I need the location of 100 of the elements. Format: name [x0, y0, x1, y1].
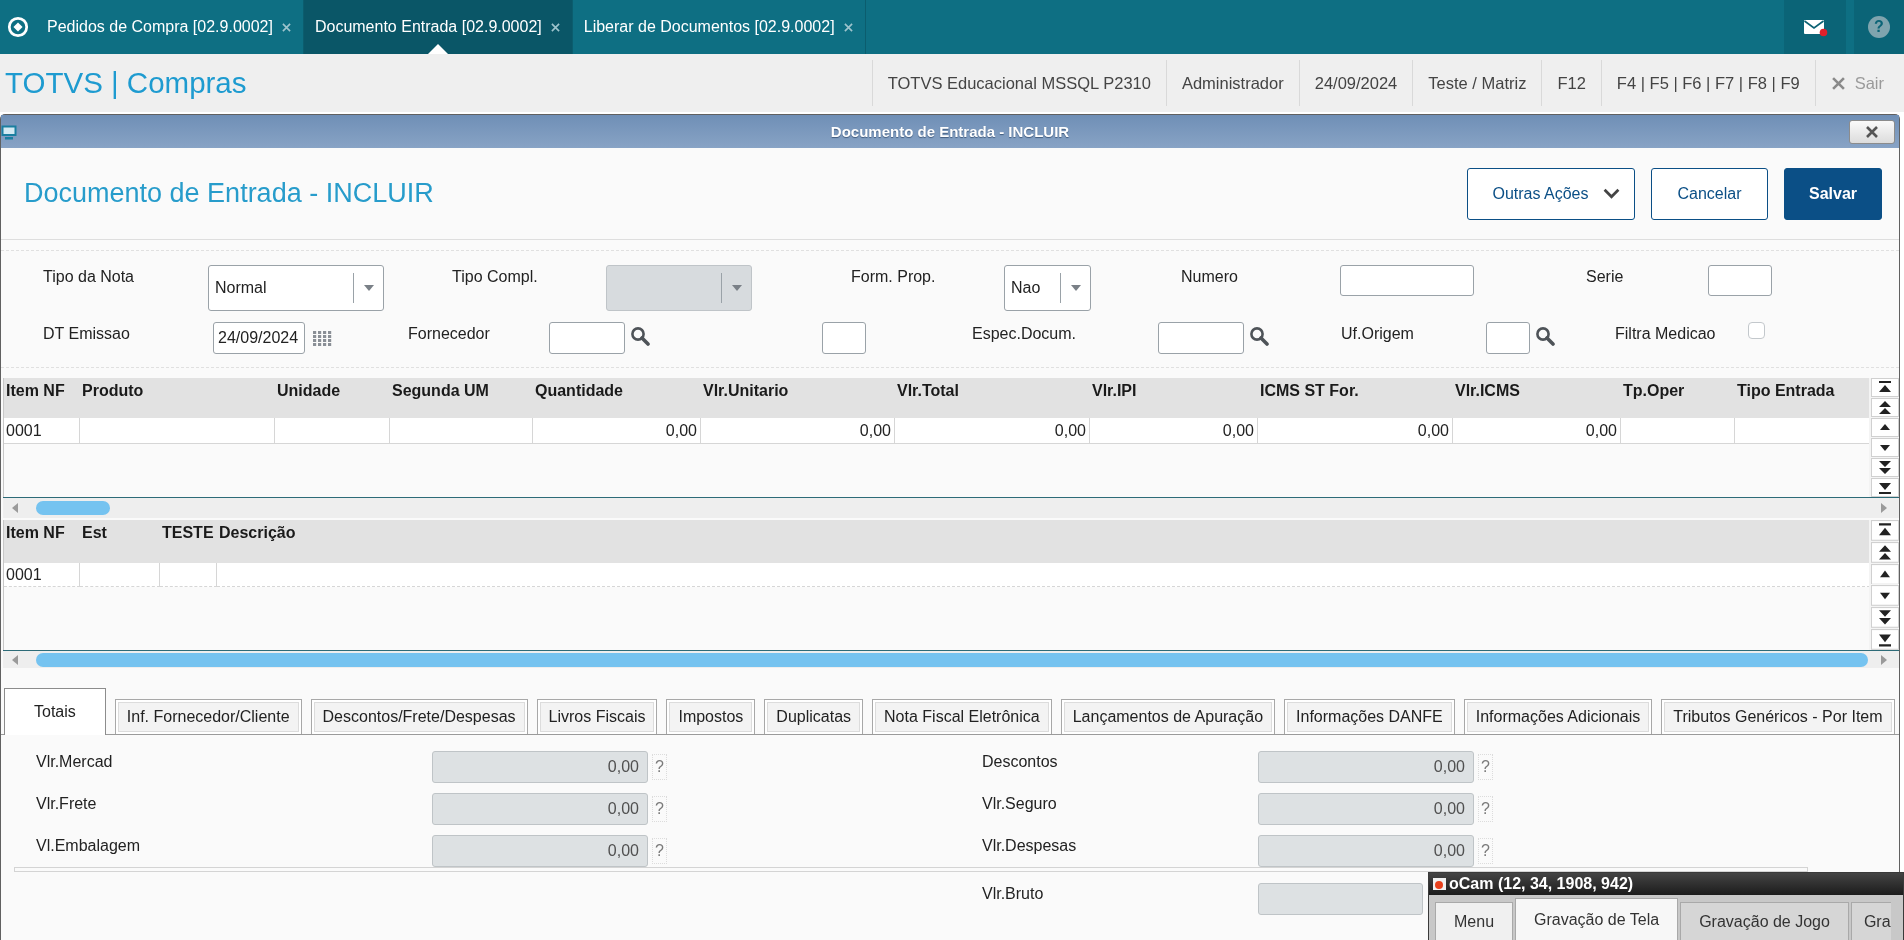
- input-field[interactable]: [1708, 265, 1772, 296]
- section-tab[interactable]: Informações Adicionais: [1463, 699, 1653, 734]
- column-header[interactable]: Tipo Entrada: [1735, 378, 1869, 418]
- field-label: Tipo Compl.: [452, 268, 538, 285]
- column-header[interactable]: Est: [80, 520, 160, 563]
- down-arrow-icon[interactable]: [1871, 585, 1899, 607]
- column-header[interactable]: Segunda UM: [390, 378, 533, 418]
- close-icon[interactable]: [281, 22, 291, 32]
- close-icon[interactable]: [550, 22, 560, 32]
- field-label: Fornecedor: [408, 325, 490, 342]
- close-icon[interactable]: [843, 22, 853, 32]
- recorder-app-icon: [1433, 877, 1447, 891]
- session-info: 24/09/2024: [1313, 73, 1399, 93]
- save-button[interactable]: Salvar: [1784, 167, 1882, 220]
- double-up-arrow-icon[interactable]: [1871, 541, 1899, 563]
- session-info: Administrador: [1180, 73, 1285, 93]
- double-down-arrow-icon[interactable]: [1871, 607, 1899, 629]
- search-icon[interactable]: [1535, 326, 1555, 346]
- section-tab[interactable]: Informações DANFE: [1284, 699, 1455, 734]
- table-cell: 0001: [4, 563, 80, 587]
- field-label: Uf.Origem: [1341, 325, 1414, 342]
- input-field[interactable]: [549, 322, 625, 354]
- field-label: Vlr.Mercad: [36, 753, 113, 770]
- section-tab[interactable]: Nota Fiscal Eletrônica: [872, 699, 1052, 734]
- page-heading: Documento de Entrada - INCLUIR: [24, 178, 434, 209]
- table-cell: 0,00: [1258, 418, 1453, 444]
- app-title: TOTVS | Compras: [5, 66, 247, 100]
- input-field[interactable]: [1486, 322, 1530, 354]
- left-arrow-icon[interactable]: [11, 653, 19, 666]
- column-header[interactable]: Tp.Oper: [1621, 378, 1735, 418]
- mail-button[interactable]: [1784, 0, 1846, 54]
- table-cell: 0,00: [533, 418, 701, 444]
- field-label: Espec.Docum.: [972, 325, 1077, 342]
- section-tab[interactable]: Duplicatas: [764, 699, 864, 734]
- table-cell: 0,00: [1090, 418, 1258, 444]
- field-label: Vlr.Bruto: [982, 885, 1044, 902]
- logo-icon[interactable]: [7, 16, 29, 38]
- scrollbar-thumb[interactable]: [36, 501, 110, 515]
- calendar-icon[interactable]: [312, 331, 333, 347]
- field-label: Vlr.Frete: [36, 795, 97, 812]
- field-label: Vlr.Seguro: [982, 795, 1057, 812]
- table-cell: 0,00: [701, 418, 895, 444]
- scroll-to-bottom-icon[interactable]: [1871, 478, 1899, 497]
- column-header[interactable]: Quantidade: [533, 378, 701, 418]
- section-tab[interactable]: Impostos: [666, 699, 756, 734]
- column-header[interactable]: Item NF: [4, 520, 80, 563]
- input-field[interactable]: [1158, 322, 1244, 354]
- field-label: Serie: [1586, 268, 1624, 285]
- triangle-marker-icon: [427, 44, 448, 54]
- section-tab[interactable]: Descontos/Frete/Despesas: [310, 699, 528, 734]
- column-header[interactable]: Vlr.ICMS: [1453, 378, 1621, 418]
- section-tab[interactable]: Inf. Fornecedor/Cliente: [114, 699, 302, 734]
- table-cell: 0,00: [1453, 418, 1621, 444]
- right-arrow-icon[interactable]: [1880, 502, 1888, 514]
- scroll-to-bottom-icon[interactable]: [1871, 629, 1899, 650]
- table-cell: 0001: [4, 418, 80, 444]
- recorder-tab[interactable]: Gravação de Tela: [1515, 898, 1679, 940]
- input-field[interactable]: [822, 322, 866, 354]
- column-header[interactable]: Vlr.Total: [895, 378, 1090, 418]
- window-icon: [1, 123, 17, 140]
- scroll-to-top-icon[interactable]: [1871, 378, 1899, 397]
- column-header[interactable]: Descrição: [217, 520, 1869, 563]
- input-field[interactable]: [1340, 265, 1474, 296]
- scroll-to-top-icon[interactable]: [1871, 520, 1899, 541]
- field-label: DT Emissao: [43, 325, 130, 342]
- search-icon[interactable]: [630, 326, 650, 346]
- session-info: F4 | F5 | F6 | F7 | F8 | F9: [1615, 73, 1801, 93]
- column-header[interactable]: TESTE: [160, 520, 217, 563]
- column-header[interactable]: Vlr.Unitario: [701, 378, 895, 418]
- caret-icon: [1071, 285, 1081, 291]
- search-icon[interactable]: [1249, 326, 1269, 346]
- window-title: oCam (12, 34, 1908, 942): [1449, 875, 1634, 893]
- cancel-button[interactable]: Cancelar: [1651, 167, 1768, 220]
- section-tab[interactable]: Totais: [4, 688, 106, 735]
- actions-menu-button[interactable]: Outras Ações: [1467, 167, 1635, 220]
- column-header[interactable]: Vlr.IPI: [1090, 378, 1258, 418]
- section-tab[interactable]: Lançamentos de Apuração: [1060, 699, 1276, 734]
- close-button[interactable]: [1849, 119, 1895, 144]
- right-arrow-icon[interactable]: [1880, 653, 1888, 666]
- dropdown-field[interactable]: Nao: [1004, 265, 1091, 311]
- left-arrow-icon[interactable]: [11, 502, 19, 514]
- date-field[interactable]: 24/09/2024: [213, 322, 305, 354]
- recorder-tab[interactable]: Gravação de Jogo: [1680, 902, 1849, 940]
- checkbox[interactable]: [1748, 322, 1765, 339]
- column-header[interactable]: Item NF: [4, 378, 80, 418]
- section-tab[interactable]: Livros Fiscais: [536, 699, 658, 734]
- recorder-tab[interactable]: Gra: [1850, 902, 1891, 940]
- module-tab[interactable]: Documento Entrada [02.9.0002]: [303, 0, 573, 54]
- section-tab[interactable]: Tributos Genéricos - Por Item: [1661, 699, 1895, 734]
- recorder-tab[interactable]: Menu: [1435, 902, 1514, 940]
- chevron-down-icon: [1602, 188, 1620, 199]
- dropdown-field[interactable]: Normal: [208, 265, 384, 311]
- column-header[interactable]: Produto: [80, 378, 275, 418]
- close-icon: [1865, 125, 1879, 138]
- column-header[interactable]: ICMS ST For.: [1258, 378, 1453, 418]
- field-label: Descontos: [982, 753, 1058, 770]
- field-label: Numero: [1181, 268, 1238, 285]
- table-cell: 0,00: [895, 418, 1090, 444]
- column-header[interactable]: Unidade: [275, 378, 390, 418]
- up-arrow-icon[interactable]: [1871, 563, 1899, 585]
